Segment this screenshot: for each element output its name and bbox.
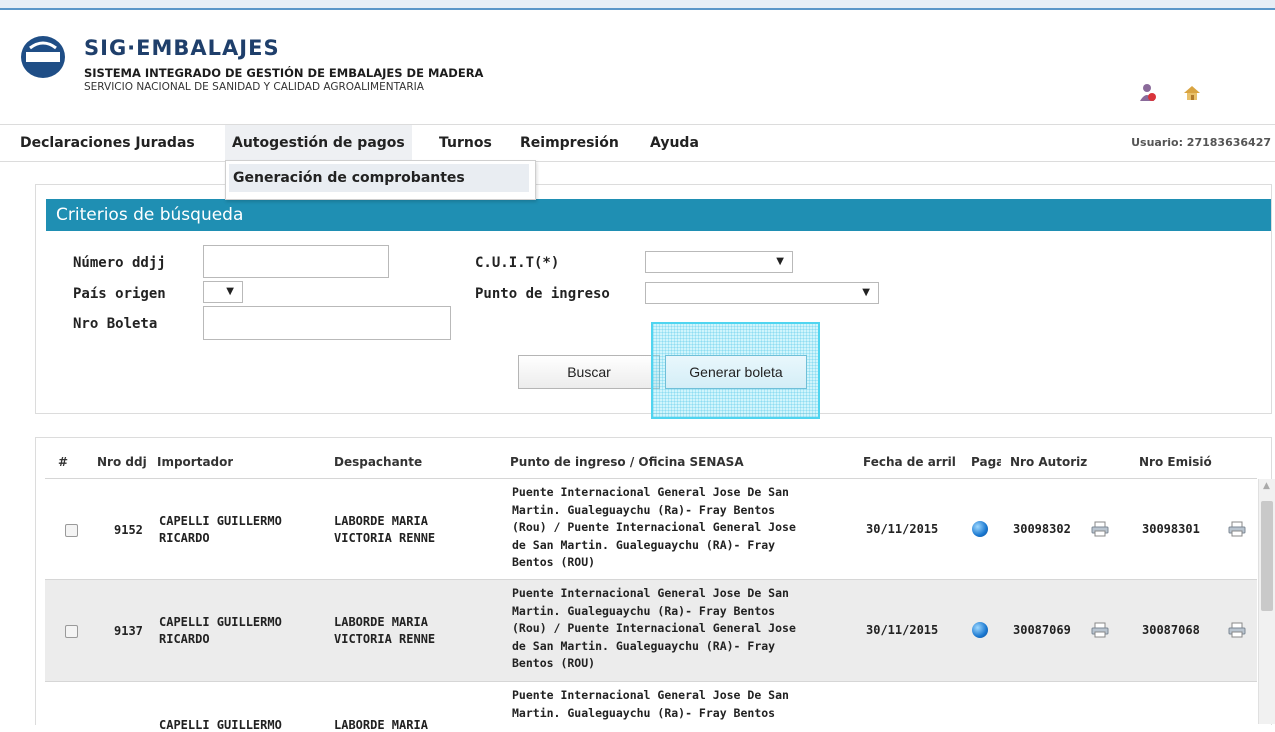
autogestion-dropdown: Generación de comprobantes xyxy=(225,160,536,200)
organization-name: SERVICIO NACIONAL DE SANIDAD Y CALIDAD A… xyxy=(84,81,424,93)
table-row[interactable]: 9152 CAPELLI GUILLERMO RICARDO LABORDE MA… xyxy=(45,479,1257,580)
table-row[interactable]: 9137 CAPELLI GUILLERMO RICARDO LABORDE MA… xyxy=(45,580,1257,682)
buscar-button[interactable]: Buscar xyxy=(518,355,660,389)
menu-reimpresion[interactable]: Reimpresión xyxy=(513,125,626,161)
senasa-logo-icon xyxy=(21,36,65,78)
row-importador: CAPELLI GUILLERMO RICARDO xyxy=(159,615,282,646)
row-checkbox[interactable] xyxy=(65,625,78,638)
main-menu: Declaraciones Juradas Autogestión de pag… xyxy=(0,124,1275,162)
search-panel-title: Criterios de búsqueda xyxy=(46,199,1271,231)
row-nro-ddjj: 9152 xyxy=(114,523,143,537)
col-header-importador[interactable]: Importador xyxy=(157,455,233,469)
col-header-pagado[interactable]: Paga xyxy=(971,455,1001,469)
menu-ayuda[interactable]: Ayuda xyxy=(643,125,706,161)
col-header-index: # xyxy=(58,455,69,469)
row-punto-ingreso: Puente Internacional General Jose De San… xyxy=(512,586,796,670)
col-header-nro-ddjj[interactable]: Nro ddj xyxy=(97,455,154,469)
row-fecha: 30/11/2015 xyxy=(866,623,939,637)
menu-generacion-comprobantes[interactable]: Generación de comprobantes xyxy=(229,164,529,192)
row-punto-ingreso: Puente Internacional General Jose De San… xyxy=(512,688,789,720)
home-icon[interactable] xyxy=(1182,83,1202,103)
printer-icon[interactable] xyxy=(1228,521,1246,537)
row-despachante: LABORDE MARIA xyxy=(334,718,428,732)
scroll-up-arrow-icon[interactable]: ▲ xyxy=(1263,481,1270,491)
row-fecha: 30/11/2015 xyxy=(866,522,939,536)
chevron-down-icon: ▼ xyxy=(862,287,870,298)
col-header-nro-autoriz[interactable]: Nro Autoriz xyxy=(1010,455,1092,469)
chevron-down-icon: ▼ xyxy=(226,286,234,297)
row-importador: CAPELLI GUILLERMO RICARDO xyxy=(159,514,282,545)
col-header-fecha[interactable]: Fecha de arril xyxy=(863,455,963,469)
top-strip xyxy=(0,0,1275,8)
row-nro-autoriz: 30098302 xyxy=(1013,522,1071,536)
pais-origen-label: País origen xyxy=(73,286,166,302)
punto-ingreso-select[interactable]: ▼ xyxy=(645,282,879,304)
globe-icon[interactable] xyxy=(972,622,988,638)
table-row[interactable]: Puente Internacional General Jose De San… xyxy=(45,682,1257,732)
row-checkbox[interactable] xyxy=(65,524,78,537)
printer-icon[interactable] xyxy=(1091,521,1109,537)
globe-icon[interactable] xyxy=(972,521,988,537)
col-header-punto-ingreso[interactable]: Punto de ingreso / Oficina SENASA xyxy=(510,455,744,469)
menu-turnos[interactable]: Turnos xyxy=(432,125,499,161)
cuit-select[interactable]: ▼ xyxy=(645,251,793,273)
row-nro-ddjj: 9137 xyxy=(114,624,143,638)
row-despachante: LABORDE MARIA VICTORIA RENNE xyxy=(334,615,436,646)
row-nro-emision: 30098301 xyxy=(1142,522,1200,536)
app-header: SIG·EMBALAJES SISTEMA INTEGRADO DE GESTI… xyxy=(0,10,1275,122)
row-nro-emision: 30087068 xyxy=(1142,623,1200,637)
printer-icon[interactable] xyxy=(1091,622,1109,638)
cuit-label: C.U.I.T(*) xyxy=(475,255,560,271)
user-id-label: Usuario: 27183636427 xyxy=(1131,136,1271,149)
pais-origen-select[interactable]: ▼ xyxy=(203,281,243,303)
user-icon[interactable] xyxy=(1138,83,1158,103)
numero-ddjj-input[interactable] xyxy=(203,245,389,278)
row-punto-ingreso: Puente Internacional General Jose De San… xyxy=(512,485,796,569)
menu-declaraciones-juradas[interactable]: Declaraciones Juradas xyxy=(13,125,202,161)
row-despachante: LABORDE MARIA VICTORIA RENNE xyxy=(334,514,436,545)
printer-icon[interactable] xyxy=(1228,622,1246,638)
punto-ingreso-label: Punto de ingreso xyxy=(475,286,610,302)
menu-autogestion-pagos[interactable]: Autogestión de pagos xyxy=(225,125,412,161)
col-header-nro-emision[interactable]: Nro Emisió xyxy=(1139,455,1214,469)
numero-ddjj-label: Número ddjj xyxy=(73,255,166,271)
nro-boleta-input[interactable] xyxy=(203,306,451,340)
generar-boleta-button[interactable]: Generar boleta xyxy=(665,355,807,389)
scrollbar-thumb[interactable] xyxy=(1261,501,1273,611)
nro-boleta-label: Nro Boleta xyxy=(73,316,158,332)
row-nro-autoriz: 30087069 xyxy=(1013,623,1071,637)
results-scrollbar[interactable]: ▲ xyxy=(1258,479,1275,724)
app-subtitle: SISTEMA INTEGRADO DE GESTIÓN DE EMBALAJE… xyxy=(84,66,484,80)
app-title: SIG·EMBALAJES xyxy=(84,36,280,60)
col-header-despachante[interactable]: Despachante xyxy=(334,455,422,469)
row-importador: CAPELLI GUILLERMO xyxy=(159,718,282,732)
chevron-down-icon: ▼ xyxy=(776,256,784,267)
